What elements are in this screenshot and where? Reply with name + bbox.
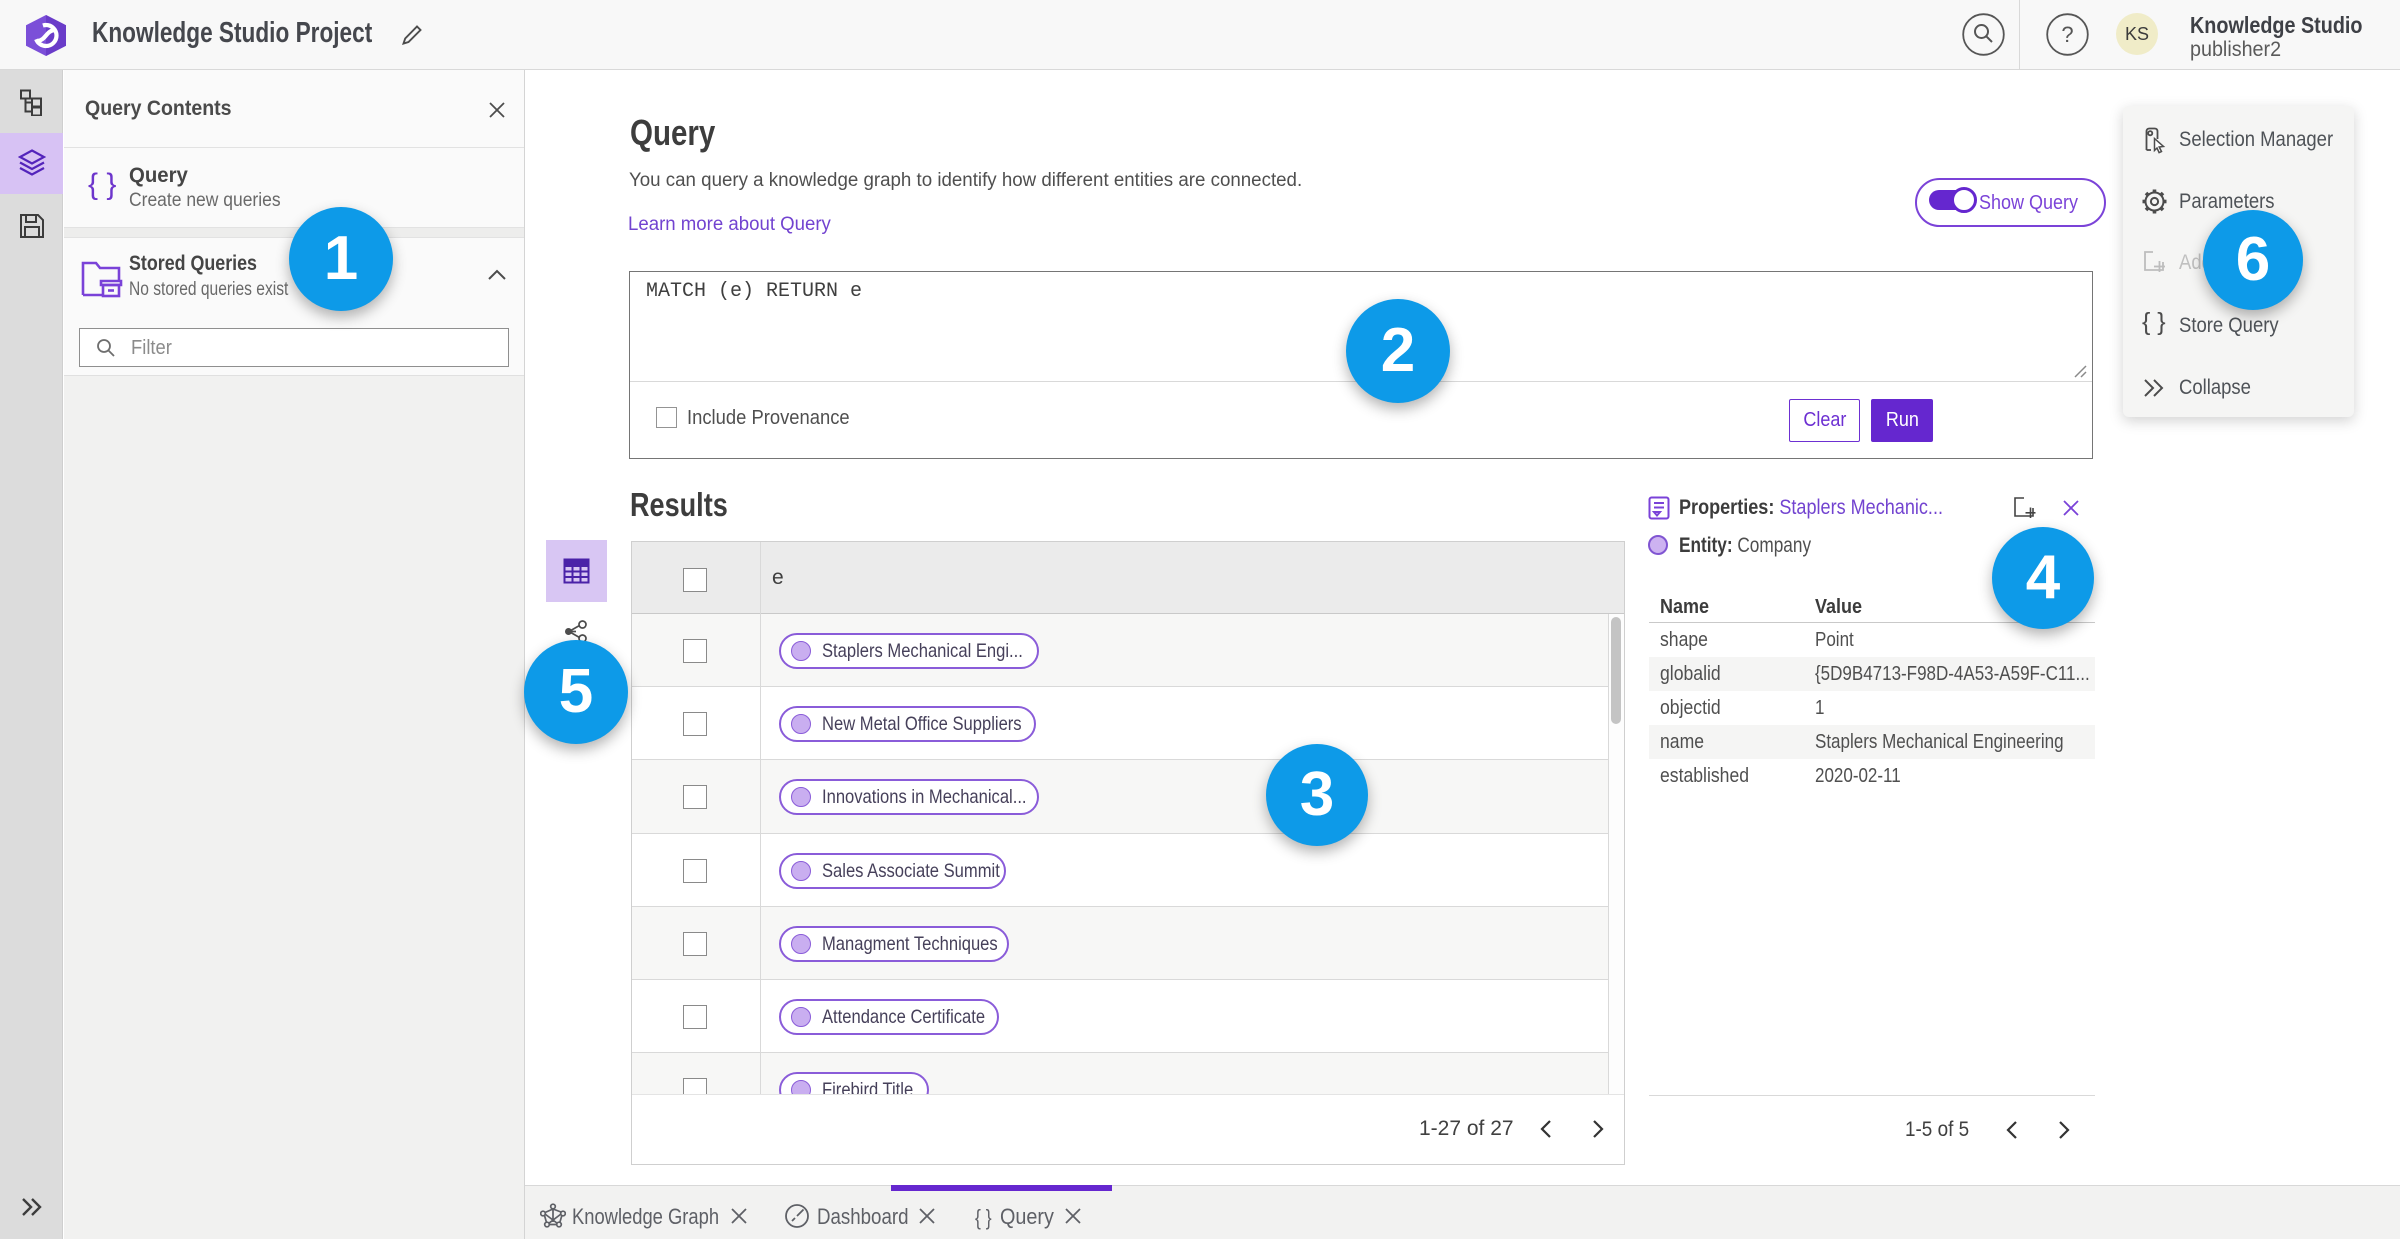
svg-text:?: ? bbox=[2061, 22, 2073, 47]
